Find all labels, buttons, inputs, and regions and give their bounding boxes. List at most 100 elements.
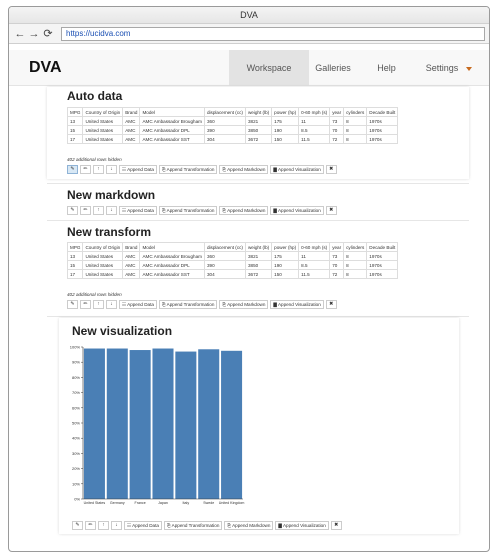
move-down-button[interactable]: ↓ bbox=[106, 300, 117, 309]
chart-bar bbox=[175, 351, 197, 499]
y-tick-label: 70% bbox=[72, 390, 80, 395]
table-cell: 72 bbox=[329, 134, 345, 144]
table-cell: 190 bbox=[271, 125, 300, 135]
nav-galleries[interactable]: Galleries bbox=[309, 50, 357, 86]
column-header: Brand bbox=[122, 242, 141, 252]
table-cell: 70 bbox=[329, 260, 345, 270]
append-data-button[interactable]: ☷ Append Data bbox=[119, 206, 157, 215]
move-up-button[interactable]: ↑ bbox=[98, 521, 109, 530]
table-cell: 11.5 bbox=[298, 269, 331, 279]
table-cell: 17 bbox=[66, 134, 84, 144]
delete-button[interactable]: ✖ bbox=[330, 521, 342, 530]
nav-help[interactable]: Help bbox=[364, 50, 409, 86]
auto-data-title: Auto data bbox=[67, 89, 123, 103]
append-data-button[interactable]: ☷ Append Data bbox=[124, 521, 162, 530]
y-tick-label: 0% bbox=[74, 497, 80, 502]
visualization-toolbar: ✎ ✏ ↑ ↓ ☷ Append Data ⎘ Append Transformation… bbox=[72, 521, 342, 530]
forward-arrow-icon[interactable]: → bbox=[27, 26, 41, 42]
brand-logo[interactable]: DVA bbox=[29, 59, 62, 77]
chart-bar bbox=[221, 350, 243, 499]
url-bar: ← → ⟳ https://ucidva.com bbox=[9, 24, 489, 44]
section-divider bbox=[47, 316, 469, 317]
append-markdown-button[interactable]: ⎘ Append Markdown bbox=[219, 300, 269, 309]
table-cell: United States bbox=[82, 260, 124, 270]
append-markdown-label: Append Markdown bbox=[227, 167, 266, 172]
table-cell: 72 bbox=[329, 269, 345, 279]
column-header: year bbox=[329, 242, 345, 252]
table-cell: 13 bbox=[66, 116, 84, 126]
chart-bar bbox=[198, 349, 220, 499]
chart-bar bbox=[129, 350, 151, 499]
append-visualization-button[interactable]: ▇ Append Visualization bbox=[270, 206, 324, 215]
y-tick-label: 80% bbox=[72, 375, 80, 380]
nav-settings-label: Settings bbox=[425, 63, 459, 73]
chart-bar bbox=[106, 348, 128, 499]
append-markdown-button[interactable]: ⎘ Append Markdown bbox=[219, 206, 269, 215]
column-header: Country of Origin bbox=[82, 242, 124, 252]
append-visualization-button[interactable]: ▇ Append Visualization bbox=[270, 165, 324, 174]
table-cell: 8 bbox=[343, 116, 368, 126]
table-header-row: MPG Country of Origin Brand Model displaceme… bbox=[66, 242, 399, 252]
move-up-button[interactable]: ↑ bbox=[93, 165, 104, 174]
append-transformation-button[interactable]: ⎘ Append Transformation bbox=[158, 206, 218, 215]
table-cell: 390 bbox=[203, 125, 246, 135]
delete-button[interactable]: ✖ bbox=[325, 206, 337, 215]
table-cell: 1970s bbox=[366, 125, 399, 135]
delete-button[interactable]: ✖ bbox=[325, 165, 337, 174]
pencil-button[interactable]: ✎ bbox=[72, 521, 83, 530]
append-markdown-label: Append Markdown bbox=[227, 302, 266, 307]
table-cell: 150 bbox=[271, 269, 300, 279]
x-tick-label: United States bbox=[84, 501, 106, 505]
table-cell: 3672 bbox=[244, 134, 273, 144]
table-row: 17 United States AMC AMC Ambassador SST 304 3… bbox=[66, 134, 399, 144]
move-down-button[interactable]: ↓ bbox=[106, 206, 117, 215]
append-markdown-button[interactable]: ⎘ Append Markdown bbox=[224, 521, 274, 530]
append-data-button[interactable]: ☷ Append Data bbox=[119, 165, 157, 174]
append-transformation-button[interactable]: ⎘ Append Transformation bbox=[158, 165, 218, 174]
pencil-button[interactable]: ✎ bbox=[67, 165, 78, 174]
edit-button[interactable]: ✏ bbox=[85, 521, 96, 530]
append-visualization-button[interactable]: ▇ Append Visualization bbox=[275, 521, 329, 530]
table-row: 13 United States AMC AMC Ambassador Brougha… bbox=[66, 251, 399, 261]
table-cell: 3850 bbox=[244, 125, 273, 135]
table-cell: 1970s bbox=[366, 116, 399, 126]
pencil-button[interactable]: ✎ bbox=[67, 206, 78, 215]
nav-settings[interactable]: Settings bbox=[414, 50, 484, 86]
y-tick-label: 30% bbox=[72, 451, 80, 456]
move-up-button[interactable]: ↑ bbox=[93, 300, 104, 309]
table-cell: 15 bbox=[66, 260, 84, 270]
section-divider bbox=[47, 220, 469, 221]
edit-button[interactable]: ✏ bbox=[80, 165, 91, 174]
append-data-label: Append Data bbox=[132, 523, 159, 528]
table-cell: 304 bbox=[203, 269, 246, 279]
back-arrow-icon[interactable]: ← bbox=[13, 26, 27, 42]
append-data-label: Append Data bbox=[127, 167, 154, 172]
nav-workspace[interactable]: Workspace bbox=[229, 50, 309, 86]
append-visualization-button[interactable]: ▇ Append Visualization bbox=[270, 300, 324, 309]
append-markdown-button[interactable]: ⎘ Append Markdown bbox=[219, 165, 269, 174]
append-data-button[interactable]: ☷ Append Data bbox=[119, 300, 157, 309]
edit-button[interactable]: ✏ bbox=[80, 300, 91, 309]
column-header: cylinders bbox=[343, 242, 368, 252]
reload-icon[interactable]: ⟳ bbox=[41, 26, 55, 42]
column-header: 0-60 mph (s) bbox=[298, 242, 331, 252]
table-cell: 3672 bbox=[244, 269, 273, 279]
column-header: Brand bbox=[122, 107, 141, 117]
column-header: power (hp) bbox=[271, 107, 300, 117]
table-cell: 8.5 bbox=[298, 125, 331, 135]
table-cell: 175 bbox=[271, 116, 300, 126]
edit-button[interactable]: ✏ bbox=[80, 206, 91, 215]
pencil-button[interactable]: ✎ bbox=[67, 300, 78, 309]
delete-button[interactable]: ✖ bbox=[325, 300, 337, 309]
table-cell: United States bbox=[82, 134, 124, 144]
move-down-button[interactable]: ↓ bbox=[106, 165, 117, 174]
table-cell: AMC Ambassador DPL bbox=[139, 260, 205, 270]
address-input[interactable]: https://ucidva.com bbox=[61, 26, 485, 41]
move-up-button[interactable]: ↑ bbox=[93, 206, 104, 215]
table-cell: 73 bbox=[329, 116, 345, 126]
append-transformation-button[interactable]: ⎘ Append Transformation bbox=[163, 521, 223, 530]
append-visualization-label: Append Visualization bbox=[282, 523, 326, 528]
column-header: Decade Built bbox=[366, 242, 399, 252]
append-transformation-button[interactable]: ⎘ Append Transformation bbox=[158, 300, 218, 309]
move-down-button[interactable]: ↓ bbox=[111, 521, 122, 530]
